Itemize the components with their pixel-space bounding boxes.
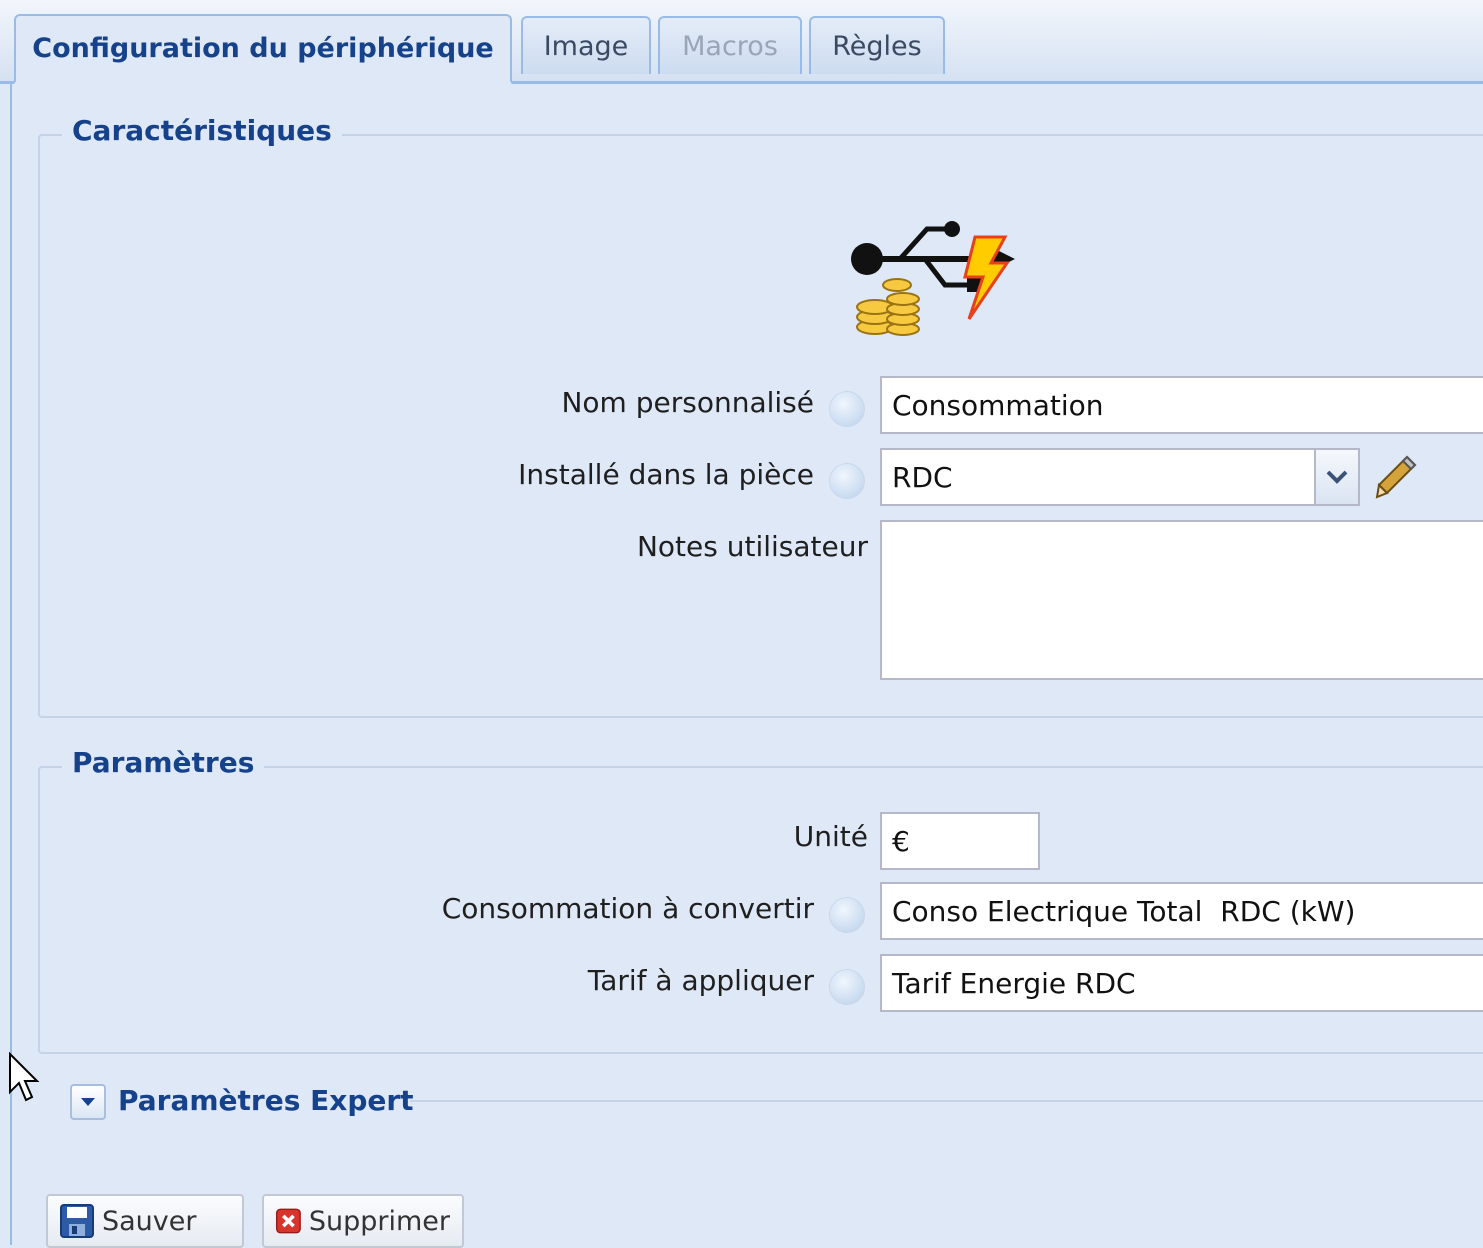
floppy-disk-icon	[60, 1204, 94, 1238]
tab-device-config[interactable]: Configuration du périphérique	[14, 14, 512, 84]
mouse-cursor-icon	[9, 1052, 40, 1102]
chevron-down-icon	[1326, 470, 1348, 484]
tab-bar: Configuration du périphérique Image Macr…	[0, 0, 1483, 84]
room-label: Installé dans la pièce	[518, 458, 814, 491]
custom-name-value: Consommation	[892, 388, 1104, 422]
consumption-help-icon[interactable]	[829, 897, 865, 933]
consumption-label: Consommation à convertir	[441, 892, 814, 925]
room-select[interactable]: RDC	[880, 448, 1316, 506]
save-button[interactable]: Sauver	[46, 1194, 244, 1248]
custom-name-help-icon[interactable]	[829, 391, 865, 427]
custom-name-label: Nom personnalisé	[561, 386, 814, 419]
user-notes-label: Notes utilisateur	[636, 530, 868, 563]
unit-field[interactable]: €	[880, 812, 1040, 870]
unit-value: €	[892, 824, 910, 858]
tab-device-config-label: Configuration du périphérique	[32, 33, 494, 64]
red-x-delete-icon	[276, 1208, 301, 1234]
tab-rules-label: Règles	[832, 30, 922, 62]
tariff-field[interactable]: Tarif Energie RDC	[880, 954, 1483, 1012]
consumption-field[interactable]: Conso Electrique Total RDC (kW)	[880, 882, 1483, 940]
tab-rules[interactable]: Règles	[809, 16, 945, 74]
expert-legend[interactable]: Paramètres Expert	[118, 1084, 414, 1117]
room-select-value: RDC	[892, 460, 953, 494]
delete-button-label: Supprimer	[308, 1205, 450, 1237]
fieldset-caracteristiques-legend: Caractéristiques	[62, 114, 342, 147]
expert-toggle-button[interactable]	[70, 1084, 106, 1120]
fieldset-parametres-legend: Paramètres	[62, 746, 265, 779]
expert-divider	[410, 1100, 1483, 1102]
tab-macros-label: Macros	[682, 30, 778, 62]
custom-name-field[interactable]: Consommation	[880, 376, 1483, 434]
triangle-down-icon	[81, 1098, 95, 1106]
pencil-edit-icon[interactable]	[1373, 453, 1419, 499]
tariff-label: Tarif à appliquer	[587, 964, 814, 997]
unit-label: Unité	[793, 820, 868, 853]
tab-macros[interactable]: Macros	[658, 16, 802, 74]
consumption-value: Conso Electrique Total RDC (kW)	[892, 894, 1356, 928]
room-help-icon[interactable]	[829, 463, 865, 499]
save-button-label: Sauver	[102, 1205, 197, 1237]
tariff-value: Tarif Energie RDC	[892, 966, 1136, 1000]
tab-image-label: Image	[543, 30, 629, 62]
tariff-help-icon[interactable]	[829, 969, 865, 1005]
tab-image[interactable]: Image	[521, 16, 651, 74]
room-select-trigger[interactable]	[1314, 448, 1360, 506]
user-notes-textarea[interactable]	[880, 520, 1483, 680]
usb-coins-energy-icon	[851, 221, 1015, 336]
delete-button[interactable]: Supprimer	[262, 1194, 464, 1248]
